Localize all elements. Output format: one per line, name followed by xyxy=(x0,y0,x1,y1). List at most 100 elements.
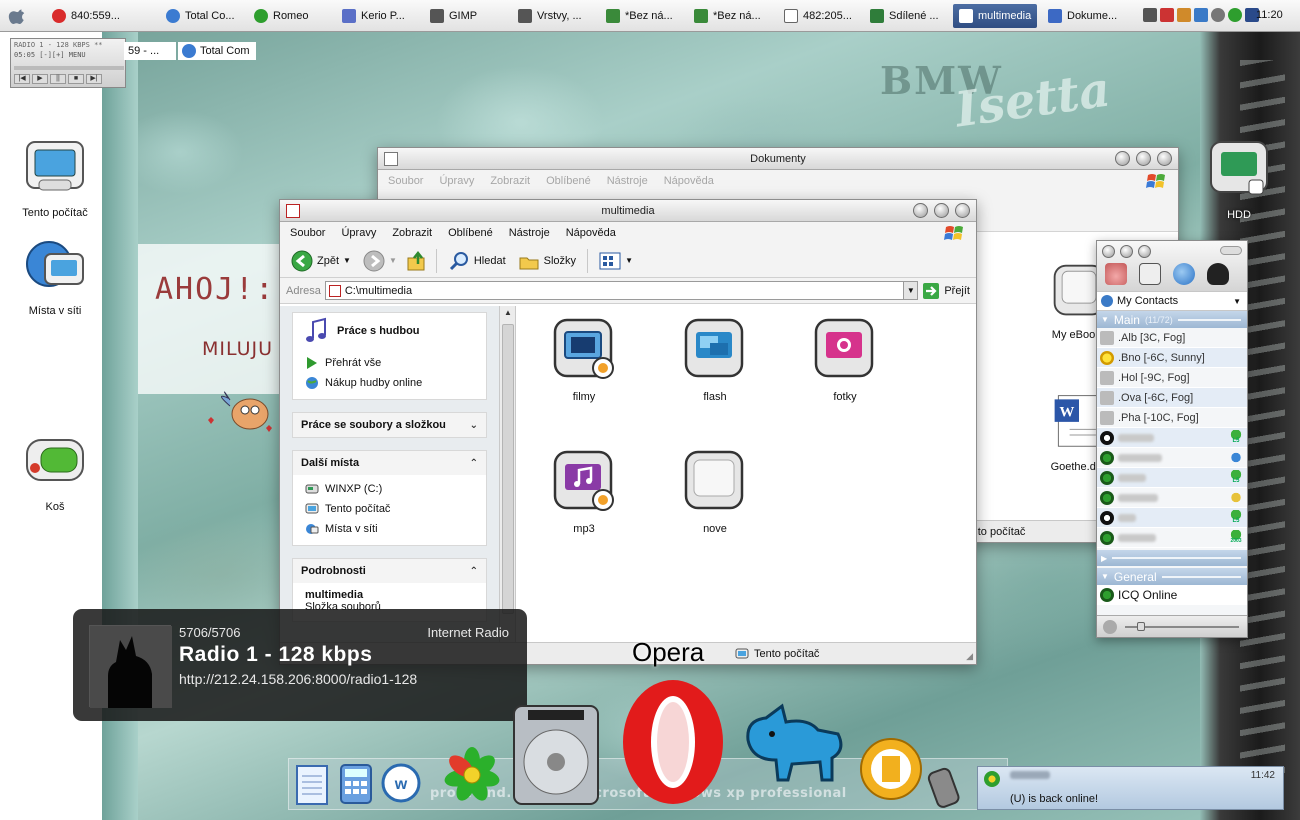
close-button[interactable] xyxy=(1102,245,1115,258)
my-contacts-selector[interactable]: My Contacts ▼ xyxy=(1097,291,1247,311)
address-input[interactable]: C:\multimedia ▼ xyxy=(324,281,919,300)
mobile-phone-icon[interactable] xyxy=(922,764,964,808)
desktop-icon-trash[interactable]: Koš xyxy=(10,430,100,513)
taskbar-item-1[interactable]: Total Co... xyxy=(166,6,238,26)
desktop-icon-computer[interactable]: Tento počítač xyxy=(10,136,100,219)
volume-knob[interactable] xyxy=(1137,622,1145,631)
place-network[interactable]: Místa v síti xyxy=(293,519,486,539)
apple-menu-icon[interactable] xyxy=(8,6,28,26)
menu-item-file[interactable]: Soubor xyxy=(290,227,325,239)
icq-window[interactable]: My Contacts ▼ ▼ Main (11/72) .Alb [3C, F… xyxy=(1096,240,1248,638)
taskbar-item-0[interactable]: 840:559... xyxy=(52,6,144,26)
menu-item-help[interactable]: Nápověda xyxy=(664,175,714,187)
up-folder-icon[interactable] xyxy=(406,250,428,272)
taskbar-item-5[interactable]: Vrstvy, ... xyxy=(518,6,588,26)
group-expand-icon[interactable]: ▶ xyxy=(1101,554,1107,563)
winamp-next-button[interactable]: ▶| xyxy=(86,74,102,84)
file-item[interactable]: filmy xyxy=(539,316,629,403)
multimedia-window[interactable]: multimedia Soubor Úpravy Zobrazit Oblíbe… xyxy=(279,199,977,665)
menu-item-favorites[interactable]: Oblíbené xyxy=(546,175,591,187)
mini-window-1[interactable]: 59 - ... xyxy=(124,42,176,60)
minimize-button[interactable] xyxy=(1120,245,1133,258)
winamp-play-button[interactable]: ▶ xyxy=(32,74,48,84)
tray-tools-icon[interactable] xyxy=(1177,8,1191,22)
contact-row[interactable] xyxy=(1097,488,1247,508)
tray-firewall-icon[interactable] xyxy=(1160,8,1174,22)
file-item[interactable]: nove xyxy=(670,448,760,535)
menu-item-view[interactable]: Zobrazit xyxy=(392,227,432,239)
contact-row[interactable]: L5 xyxy=(1097,468,1247,488)
contact-row[interactable]: 2003 xyxy=(1097,528,1247,548)
taskbar-item-6[interactable]: *Bez ná... xyxy=(606,6,676,26)
contact-weather-row[interactable]: .Pha [-10C, Fog] xyxy=(1097,408,1247,428)
group-main[interactable]: ▼ Main (11/72) xyxy=(1097,311,1247,328)
documents-titlebar[interactable]: Dokumenty xyxy=(378,148,1178,170)
menu-item-tools[interactable]: Nástroje xyxy=(607,175,648,187)
minimize-button[interactable] xyxy=(1115,151,1130,166)
desktop-icon-network[interactable]: Místa v síti xyxy=(10,234,100,317)
group-general[interactable]: ▼ General xyxy=(1097,568,1247,585)
file-item[interactable]: fotky xyxy=(800,316,890,403)
other-places-header[interactable]: Další místa ⌃ xyxy=(293,451,486,475)
maximize-button[interactable] xyxy=(934,203,949,218)
icq-penguin-icon[interactable] xyxy=(1207,263,1229,285)
contact-weather-row[interactable]: .Bno [-6C, Sunny] xyxy=(1097,348,1247,368)
minimize-button[interactable] xyxy=(913,203,928,218)
notepad-icon[interactable] xyxy=(294,762,332,806)
close-button[interactable] xyxy=(955,203,970,218)
tray-icq-icon[interactable] xyxy=(1228,8,1242,22)
taskbar-item-2[interactable]: Romeo xyxy=(254,6,320,26)
icq-chat-bubble-icon[interactable] xyxy=(1173,263,1195,285)
taskbar-item-9[interactable]: Sdílené ... xyxy=(870,6,942,26)
messenger-icon[interactable]: w xyxy=(380,762,422,804)
contact-row[interactable]: L5 xyxy=(1097,508,1247,528)
taskbar-item-10[interactable]: multimedia xyxy=(953,4,1037,28)
contact-row[interactable] xyxy=(1097,448,1247,468)
taskbar-item-7[interactable]: *Bez ná... xyxy=(694,6,766,26)
forward-button[interactable]: ▼ xyxy=(360,248,400,274)
file-item[interactable]: mp3 xyxy=(539,448,629,535)
icq-contact-card-icon[interactable] xyxy=(1139,263,1161,285)
file-tasks-header[interactable]: Práce se soubory a složkou ⌄ xyxy=(293,413,486,437)
tray-network-icon[interactable] xyxy=(1194,8,1208,22)
maximize-button[interactable] xyxy=(1136,151,1151,166)
hard-drive-dock-icon[interactable] xyxy=(508,702,604,808)
multimedia-titlebar[interactable]: multimedia xyxy=(280,200,976,222)
group-collapse-icon[interactable]: ▼ xyxy=(1101,315,1109,324)
chevron-up-icon[interactable]: ⌃ xyxy=(470,458,478,469)
folders-button[interactable]: Složky xyxy=(515,248,579,274)
menu-item-tools[interactable]: Nástroje xyxy=(509,227,550,239)
icq-online-row[interactable]: ICQ Online xyxy=(1097,585,1247,605)
address-dropdown-icon[interactable]: ▼ xyxy=(903,282,918,299)
file-item[interactable]: flash xyxy=(670,316,760,403)
taskbar-item-3[interactable]: Kerio P... xyxy=(342,6,412,26)
menu-item-edit[interactable]: Úpravy xyxy=(439,175,474,187)
contact-row[interactable]: L5 xyxy=(1097,428,1247,448)
menu-item-file[interactable]: Soubor xyxy=(388,175,423,187)
icq-status-flower-icon[interactable] xyxy=(1105,263,1127,285)
contact-weather-row[interactable]: .Ova [-6C, Fog] xyxy=(1097,388,1247,408)
chevron-up-icon[interactable]: ⌃ xyxy=(470,566,478,577)
menu-item-edit[interactable]: Úpravy xyxy=(341,227,376,239)
menu-item-help[interactable]: Nápověda xyxy=(566,227,616,239)
calculator-icon[interactable] xyxy=(338,762,374,806)
search-button[interactable]: Hledat xyxy=(445,248,509,274)
winamp-prev-button[interactable]: |◀ xyxy=(14,74,30,84)
place-my-computer[interactable]: Tento počítač xyxy=(293,499,486,519)
taskbar-item-8[interactable]: 482:205... xyxy=(784,6,856,26)
winamp-seekbar[interactable] xyxy=(14,66,124,70)
music-tasks-header[interactable]: Práce s hudbou xyxy=(293,313,486,349)
taskbar-item-4[interactable]: GIMP xyxy=(430,6,480,26)
icq-toolbar-toggle[interactable] xyxy=(1220,246,1242,255)
chevron-down-icon[interactable]: ⌄ xyxy=(470,420,478,431)
maximize-button[interactable] xyxy=(1138,245,1151,258)
close-button[interactable] xyxy=(1157,151,1172,166)
icq-flower-dock-icon[interactable] xyxy=(440,742,504,808)
group-collapse-icon[interactable]: ▼ xyxy=(1101,572,1109,581)
opera-browser-icon[interactable] xyxy=(618,676,728,808)
desktop-icon-hdd[interactable]: HDD xyxy=(1194,138,1284,221)
taskbar-item-11[interactable]: Dokume... xyxy=(1048,6,1120,26)
back-button[interactable]: Zpět ▼ xyxy=(288,248,354,274)
place-drive-c[interactable]: WINXP (C:) xyxy=(293,479,486,499)
contact-weather-row[interactable]: .Alb [3C, Fog] xyxy=(1097,328,1247,348)
